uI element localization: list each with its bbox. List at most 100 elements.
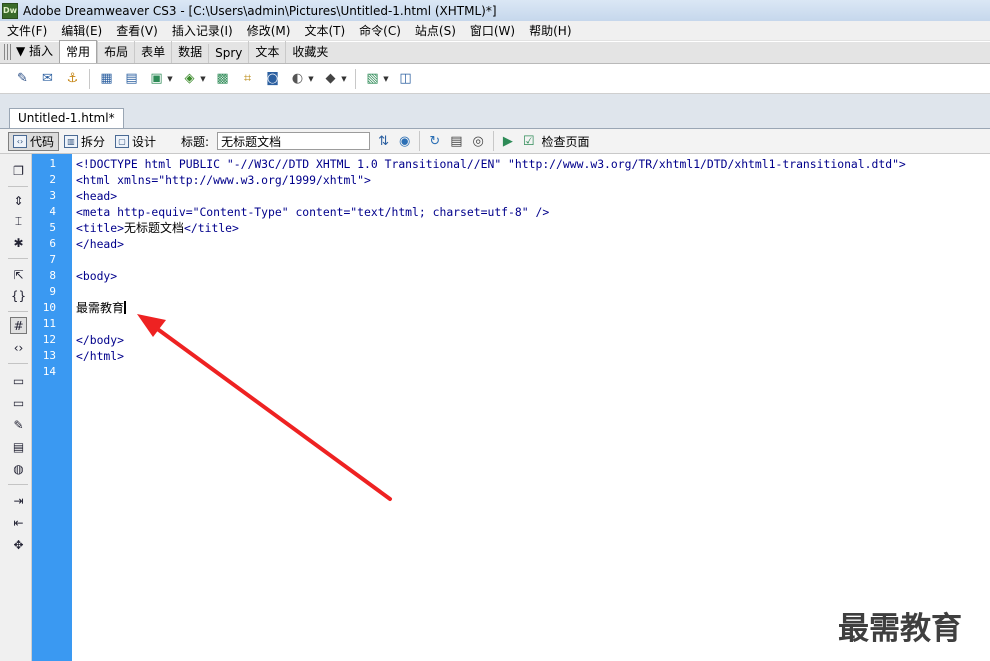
toolbar-separator bbox=[8, 186, 28, 187]
toolbar-separator bbox=[8, 258, 28, 259]
tag-chooser-icon[interactable]: ◫ bbox=[396, 69, 415, 88]
preview-browser-icon[interactable]: ◉ bbox=[399, 134, 410, 149]
line-number: 6 bbox=[49, 237, 56, 250]
visual-aids-icon[interactable]: ◎ bbox=[473, 134, 484, 149]
menu-file[interactable]: 文件(F) bbox=[0, 21, 54, 41]
line-number: 8 bbox=[49, 269, 56, 282]
apply-comment-icon[interactable]: ▭ bbox=[10, 372, 27, 389]
chevron-down-icon[interactable]: ▼ bbox=[307, 69, 315, 88]
table-icon[interactable]: ▦ bbox=[97, 69, 116, 88]
document-toolbar: ‹› 代码 ▥ 拆分 ▢ 设计 标题: ⇅ ◉ ↻ ▤ ◎ ▶ ☑ 检查页面 bbox=[0, 128, 990, 154]
line-number: 14 bbox=[42, 365, 56, 378]
tab-data[interactable]: 数据 bbox=[171, 41, 208, 63]
remove-comment-icon[interactable]: ▭ bbox=[10, 394, 27, 411]
menu-commands[interactable]: 命令(C) bbox=[352, 21, 408, 41]
title-input[interactable] bbox=[217, 132, 371, 150]
chevron-down-icon[interactable]: ▼ bbox=[199, 69, 207, 88]
title-tag-open: <title> bbox=[76, 221, 125, 235]
code-view-button[interactable]: ‹› 代码 bbox=[8, 131, 60, 151]
code-line-head-open: <head> bbox=[76, 189, 118, 203]
expand-all-icon[interactable]: ✱ bbox=[10, 234, 27, 251]
toolbar-separator bbox=[8, 363, 28, 364]
code-line-body-text: 最需教育 bbox=[76, 300, 127, 316]
comment-icon[interactable]: ◙ bbox=[263, 69, 282, 88]
panel-grip-handle[interactable] bbox=[4, 44, 12, 60]
check-page-icon[interactable]: ☑ bbox=[523, 134, 535, 149]
email-link-icon[interactable]: ✉ bbox=[38, 69, 57, 88]
menu-edit[interactable]: 编辑(E) bbox=[54, 21, 109, 41]
named-anchor-icon[interactable]: ⚓ bbox=[63, 69, 82, 88]
script-icon[interactable]: ◆ bbox=[321, 69, 340, 88]
code-line-body-close: </body> bbox=[76, 333, 125, 347]
design-view-label: 设计 bbox=[132, 134, 157, 149]
line-number: 11 bbox=[42, 317, 56, 330]
text-cursor bbox=[124, 301, 127, 314]
tab-spry[interactable]: Spry bbox=[208, 44, 248, 63]
collapse-selection-icon[interactable]: ⌶ bbox=[10, 213, 27, 230]
tab-common[interactable]: 常用 bbox=[59, 40, 98, 63]
head-tags-icon[interactable]: ◐ bbox=[288, 69, 307, 88]
menu-insert-record[interactable]: 插入记录(I) bbox=[165, 21, 240, 41]
refresh-icon[interactable]: ↻ bbox=[429, 134, 440, 149]
chevron-down-icon[interactable]: ▼ bbox=[340, 69, 348, 88]
chevron-down-icon[interactable]: ▼ bbox=[166, 69, 174, 88]
menu-window[interactable]: 窗口(W) bbox=[463, 21, 522, 41]
media-icon[interactable]: ◈ bbox=[180, 69, 199, 88]
server-side-include-icon[interactable]: ⌗ bbox=[238, 69, 257, 88]
code-view-icon: ‹› bbox=[13, 134, 27, 148]
balance-braces-icon[interactable]: {} bbox=[10, 287, 27, 304]
hyperlink-icon[interactable]: ✎ bbox=[13, 69, 32, 88]
code-line-html-close: </html> bbox=[76, 349, 125, 363]
move-css-icon[interactable]: ◍ bbox=[10, 460, 27, 477]
outdent-code-icon[interactable]: ⇤ bbox=[10, 514, 27, 531]
menu-view[interactable]: 查看(V) bbox=[109, 21, 165, 41]
format-source-code-icon[interactable]: ✥ bbox=[10, 536, 27, 553]
line-numbers-icon[interactable]: # bbox=[10, 317, 27, 334]
indent-code-icon[interactable]: ⇥ bbox=[10, 492, 27, 509]
insert-icon-toolbar: ✎ ✉ ⚓ ▦ ▤ ▣ ▼ ◈ ▼ ▩ ⌗ ◙ ◐ ▼ ◆ ▼ ▧ ▼ ◫ bbox=[0, 64, 990, 94]
code-line-html-open: <html xmlns="http://www.w3.org/1999/xhtm… bbox=[76, 173, 371, 187]
line-number: 3 bbox=[49, 189, 56, 202]
templates-icon[interactable]: ▧ bbox=[363, 69, 382, 88]
menu-help[interactable]: 帮助(H) bbox=[522, 21, 578, 41]
line-number: 13 bbox=[42, 349, 56, 362]
recent-snippets-icon[interactable]: ▤ bbox=[10, 438, 27, 455]
collapse-tag-icon[interactable]: ⇕ bbox=[10, 192, 27, 209]
tab-forms[interactable]: 表单 bbox=[134, 41, 171, 63]
document-area: Untitled-1.html* ‹› 代码 ▥ 拆分 ▢ 设计 标题: ⇅ ◉… bbox=[0, 94, 990, 661]
design-view-icon: ▢ bbox=[115, 134, 130, 148]
menu-site[interactable]: 站点(S) bbox=[408, 21, 463, 41]
body-text: 最需教育 bbox=[76, 301, 125, 315]
file-management-icon[interactable]: ⇅ bbox=[378, 134, 389, 149]
check-page-button[interactable]: 检查页面 bbox=[542, 133, 590, 150]
tab-layout[interactable]: 布局 bbox=[97, 41, 134, 63]
line-number: 10 bbox=[42, 301, 56, 314]
split-view-button[interactable]: ▥ 拆分 bbox=[59, 132, 110, 151]
tab-text[interactable]: 文本 bbox=[248, 41, 285, 63]
insert-panel-toggle[interactable]: ▼ 插入 bbox=[14, 42, 59, 63]
line-number: 1 bbox=[49, 157, 56, 170]
menu-bar: 文件(F) 编辑(E) 查看(V) 插入记录(I) 修改(M) 文本(T) 命令… bbox=[0, 21, 990, 41]
toolbar-separator bbox=[89, 68, 90, 89]
wrap-tag-icon[interactable]: ✎ bbox=[10, 416, 27, 433]
document-tab[interactable]: Untitled-1.html* bbox=[9, 108, 124, 128]
view-options-icon[interactable]: ▤ bbox=[450, 134, 462, 149]
validate-markup-icon[interactable]: ▶ bbox=[503, 134, 513, 149]
code-editor[interactable]: ❐ ⇕ ⌶ ✱ ⇱ {} # ‹› ▭ ▭ ✎ ▤ ◍ ⇥ ⇤ ✥ 1 2 3 bbox=[0, 154, 990, 661]
code-line-meta: <meta http-equiv="Content-Type" content=… bbox=[76, 205, 550, 219]
line-number: 9 bbox=[49, 285, 56, 298]
date-icon[interactable]: ▩ bbox=[213, 69, 232, 88]
code-view-label: 代码 bbox=[30, 134, 55, 149]
design-view-button[interactable]: ▢ 设计 bbox=[110, 132, 161, 151]
chevron-down-icon[interactable]: ▼ bbox=[382, 69, 390, 88]
menu-modify[interactable]: 修改(M) bbox=[240, 21, 298, 41]
line-number: 2 bbox=[49, 173, 56, 186]
menu-text[interactable]: 文本(T) bbox=[297, 21, 352, 41]
open-documents-icon[interactable]: ❐ bbox=[10, 162, 27, 179]
image-icon[interactable]: ▣ bbox=[147, 69, 166, 88]
tab-favorites[interactable]: 收藏夹 bbox=[285, 41, 334, 63]
div-tag-icon[interactable]: ▤ bbox=[122, 69, 141, 88]
highlight-invalid-code-icon[interactable]: ‹› bbox=[10, 339, 27, 356]
toolbar-separator bbox=[419, 131, 421, 151]
select-parent-tag-icon[interactable]: ⇱ bbox=[10, 266, 27, 283]
